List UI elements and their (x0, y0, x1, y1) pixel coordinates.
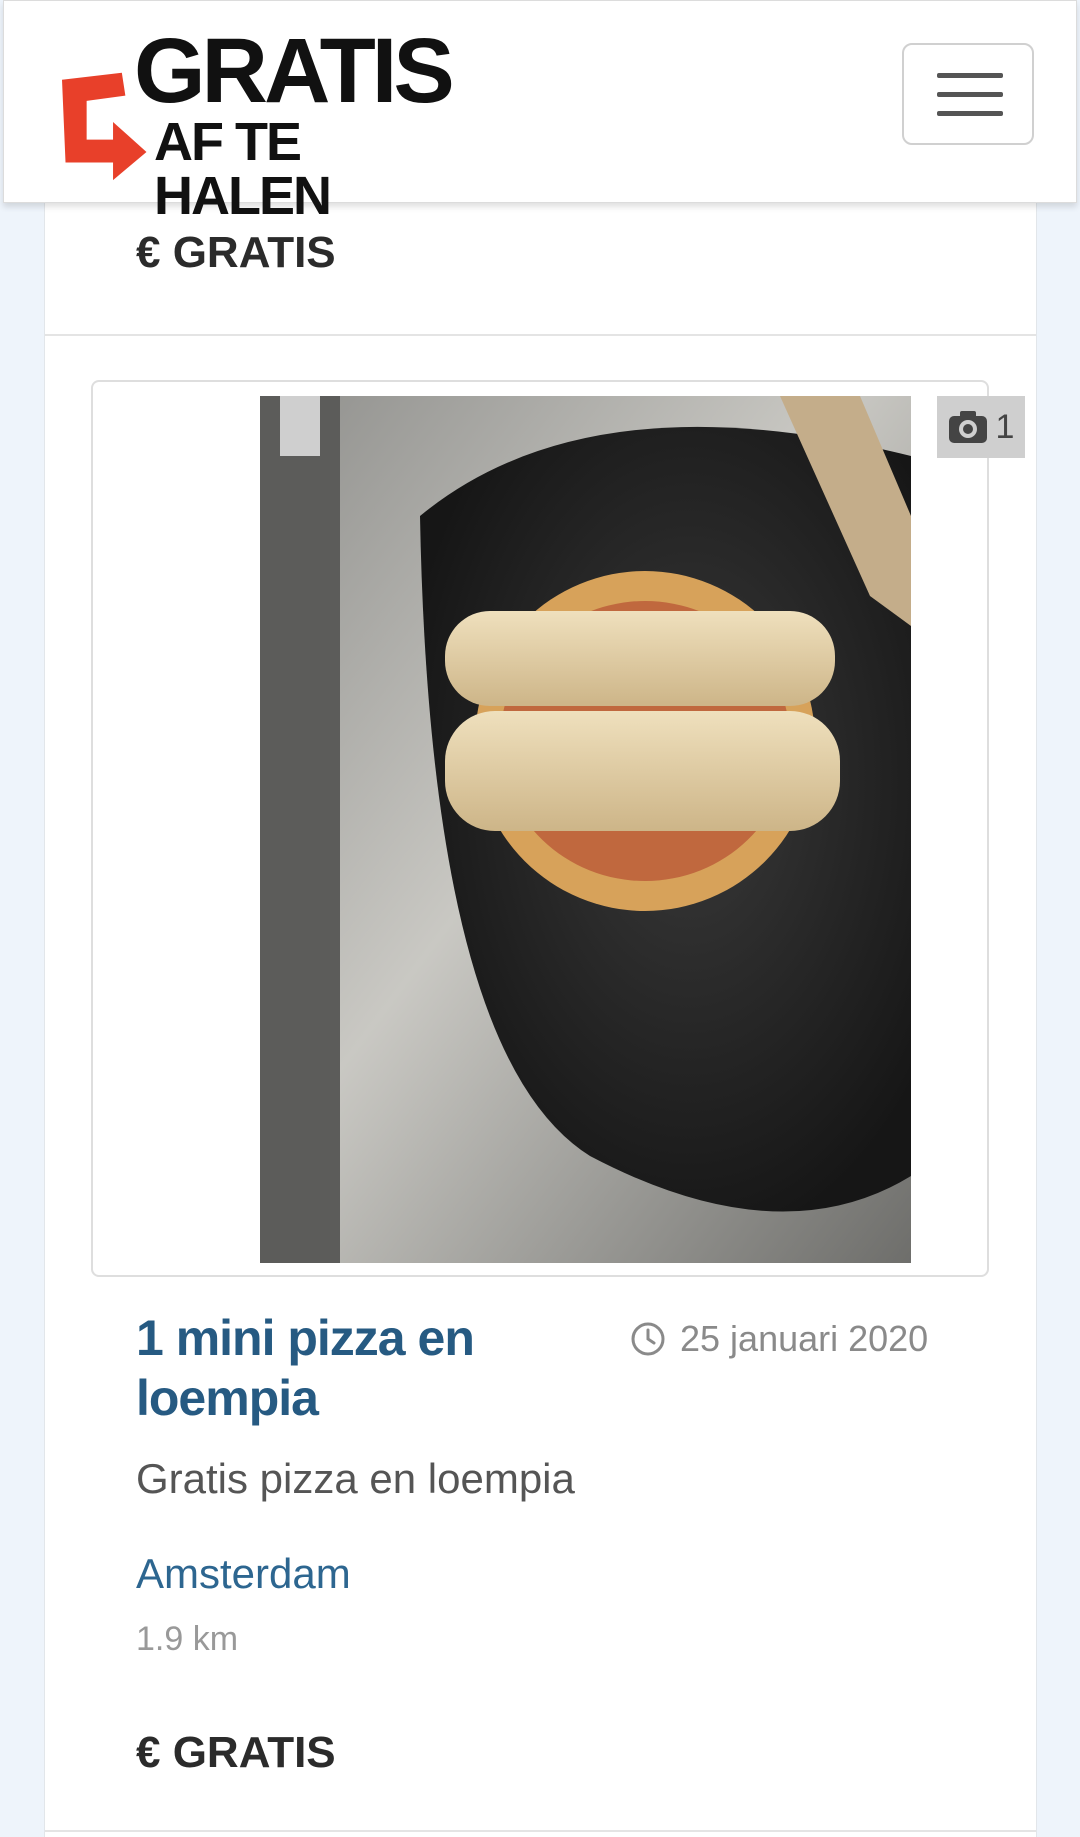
listings-container: € GRATIS 1 1 mini pizza en loempia 25 ja… (44, 0, 1037, 1837)
hamburger-menu-button[interactable] (902, 43, 1034, 145)
listing-date: 25 januari 2020 (630, 1318, 928, 1360)
listing-divider (45, 334, 1036, 336)
listing-date-text: 25 januari 2020 (680, 1318, 929, 1359)
food-photo-image (260, 396, 911, 1263)
previous-listing-price: € GRATIS (136, 228, 336, 277)
clock-icon (631, 1322, 665, 1356)
site-header: GRATIS AF TE HALEN (3, 0, 1077, 223)
listing-photo[interactable] (260, 396, 911, 1263)
listing-description: Gratis pizza en loempia (136, 1455, 575, 1502)
logo-text-af-te-halen: AF TE HALEN (154, 112, 332, 226)
listing-distance: 1.9 km (136, 1620, 239, 1658)
photo-count-badge[interactable]: 1 (937, 396, 1025, 458)
listing-divider (45, 1830, 1036, 1832)
listing-city-link[interactable]: Amsterdam (136, 1550, 351, 1598)
listing-title[interactable]: 1 mini pizza en loempia (136, 1308, 556, 1428)
camera-icon (948, 411, 987, 443)
logo-text-gratis: GRATIS (134, 20, 455, 122)
photo-count: 1 (995, 407, 1015, 446)
hamburger-menu-icon (937, 92, 1003, 97)
listing-price: € GRATIS (136, 1728, 336, 1777)
site-logo[interactable]: GRATIS AF TE HALEN (62, 25, 482, 223)
hamburger-menu-icon (937, 73, 1003, 78)
hamburger-menu-icon (937, 111, 1003, 116)
listing-image-frame[interactable]: 1 (91, 380, 1025, 1277)
